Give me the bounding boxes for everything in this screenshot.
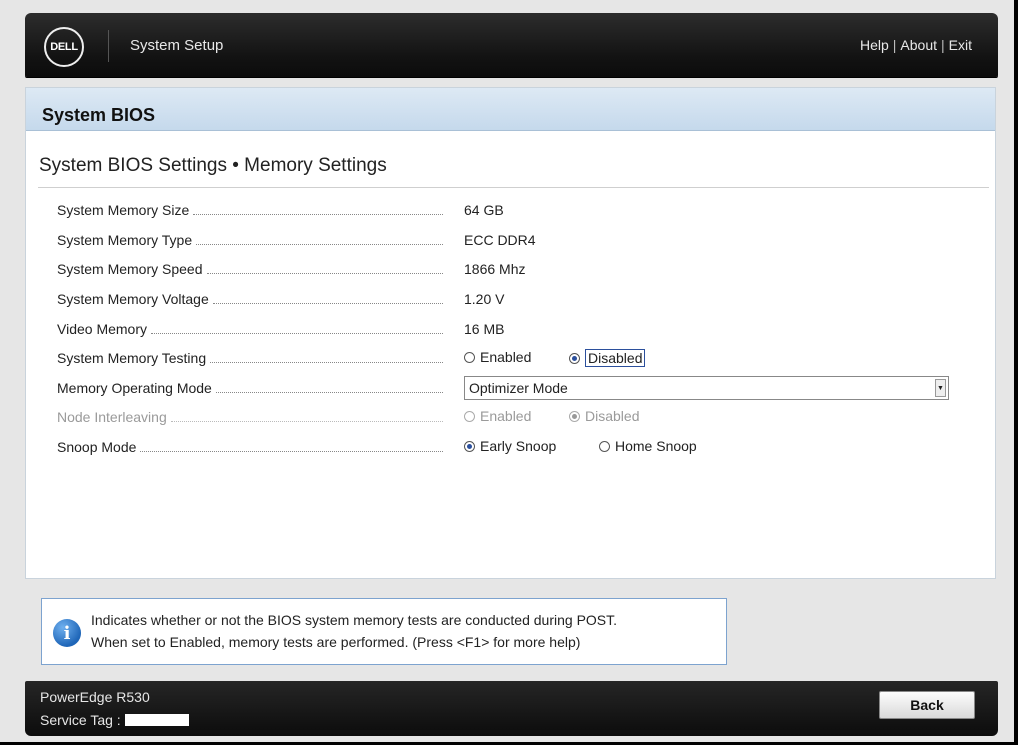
back-button[interactable]: Back — [879, 691, 975, 719]
service-tag: Service Tag : — [40, 712, 189, 728]
snoop-mode-early-radio[interactable]: Early Snoop — [464, 438, 556, 454]
footer-bar: PowerEdge R530 Service Tag : Back — [25, 681, 998, 736]
setting-value: 1.20 V — [464, 291, 505, 307]
node-interleaving-enabled-radio: Enabled — [464, 408, 531, 424]
setting-memory-voltage: System Memory Voltage 1.20 V — [57, 287, 957, 311]
memory-testing-disabled-radio[interactable]: Disabled — [569, 349, 646, 367]
setting-label: System Memory Type — [57, 232, 193, 248]
exit-link[interactable]: Exit — [949, 37, 972, 53]
leader-dots — [151, 332, 443, 334]
radio-checked-icon — [569, 352, 580, 364]
system-setup-window: DELL System Setup Help | About | Exit System… — [0, 0, 1018, 745]
screen-edge — [1014, 0, 1018, 745]
redacted-service-tag — [124, 714, 189, 726]
divider — [38, 187, 989, 188]
setting-label: Snoop Mode — [57, 439, 137, 455]
model-name: PowerEdge R530 — [40, 689, 150, 705]
panel-title: System BIOS — [26, 88, 995, 131]
setting-label: Video Memory — [57, 321, 148, 337]
setting-memory-type: System Memory Type ECC DDR4 — [57, 228, 957, 252]
radio-unchecked-icon — [464, 351, 475, 363]
link-separator: | — [941, 37, 945, 53]
leader-dots — [210, 361, 443, 363]
operating-mode-select[interactable]: Optimizer Mode ▼ — [464, 376, 949, 400]
radio-unchecked-icon — [599, 440, 610, 452]
radio-checked-icon — [569, 410, 580, 422]
setting-value: 1866 Mhz — [464, 261, 526, 277]
setting-value: 16 MB — [464, 321, 505, 337]
settings-panel: System BIOS System BIOS Settings • Memor… — [25, 87, 996, 579]
info-icon: i — [53, 619, 81, 647]
radio-checked-icon — [464, 440, 475, 452]
link-separator: | — [892, 37, 897, 53]
help-info-box: i Indicates whether or not the BIOS syst… — [41, 598, 727, 665]
snoop-mode-home-radio[interactable]: Home Snoop — [599, 438, 697, 454]
node-interleaving-disabled-radio: Disabled — [569, 408, 639, 424]
setting-label: System Memory Speed — [57, 261, 203, 277]
app-title: System Setup — [130, 37, 224, 54]
setting-node-interleaving: Node Interleaving Enabled Disabled — [57, 405, 957, 429]
memory-testing-enabled-radio[interactable]: Enabled — [464, 349, 531, 365]
leader-dots — [140, 450, 443, 452]
setting-label: Memory Operating Mode — [57, 380, 212, 396]
setting-video-memory: Video Memory 16 MB — [57, 317, 957, 341]
radio-unchecked-icon — [464, 410, 475, 422]
setting-operating-mode: Memory Operating Mode Optimizer Mode ▼ — [57, 376, 957, 400]
setting-label: Node Interleaving — [57, 409, 167, 425]
setting-memory-size: System Memory Size 64 GB — [57, 198, 957, 222]
leader-dots — [170, 420, 443, 422]
help-link[interactable]: Help — [860, 37, 889, 53]
leader-dots — [212, 302, 443, 304]
setting-label: System Memory Testing — [57, 350, 207, 366]
setting-memory-testing: System Memory Testing Enabled Disabled — [57, 346, 957, 370]
breadcrumb: System BIOS Settings • Memory Settings — [39, 155, 387, 176]
setting-value: ECC DDR4 — [464, 232, 536, 248]
setting-label: System Memory Size — [57, 202, 190, 218]
setting-value: 64 GB — [464, 202, 504, 218]
setting-label: System Memory Voltage — [57, 291, 209, 307]
header-links: Help | About | Exit — [860, 37, 972, 53]
header-divider — [108, 30, 109, 62]
leader-dots — [196, 243, 443, 245]
leader-dots — [215, 391, 443, 393]
dell-logo: DELL — [44, 27, 84, 67]
leader-dots — [206, 272, 443, 274]
help-text: Indicates whether or not the BIOS system… — [91, 612, 618, 650]
leader-dots — [193, 213, 443, 215]
setting-memory-speed: System Memory Speed 1866 Mhz — [57, 257, 957, 281]
about-link[interactable]: About — [900, 37, 937, 53]
setting-snoop-mode: Snoop Mode Early Snoop Home Snoop — [57, 435, 957, 459]
dropdown-arrow-icon: ▼ — [935, 379, 946, 397]
header-bar: DELL System Setup Help | About | Exit — [25, 13, 998, 77]
